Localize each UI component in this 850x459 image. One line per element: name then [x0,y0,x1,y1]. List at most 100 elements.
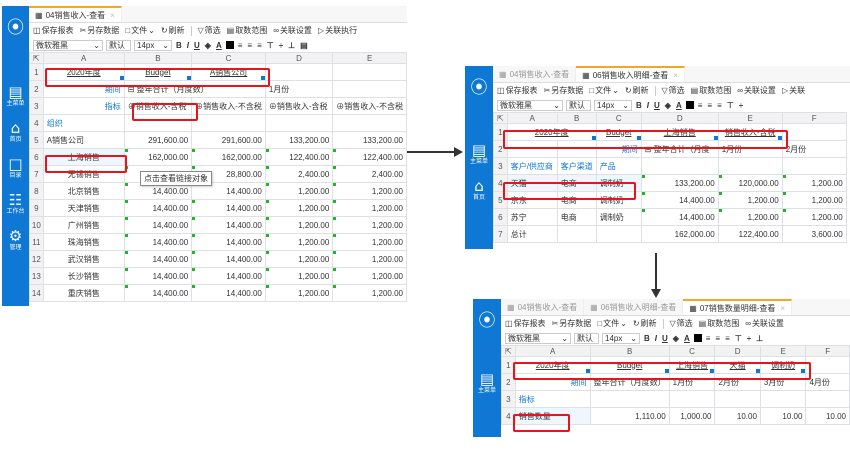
size-select[interactable]: 14px ⌄ [594,99,632,111]
col-header-f[interactable]: F [805,345,850,357]
color-swatch[interactable] [225,41,234,49]
font-color-button[interactable]: A [675,101,683,110]
merge-icon[interactable]: ▤ [299,41,309,50]
tab-06[interactable]: ▦ 06销售收入明细-查看 × [576,66,685,82]
style-select[interactable]: 默认 [566,99,591,111]
underline-button[interactable]: U [653,101,661,110]
range-button[interactable]: ▤ 取数范围 [691,85,732,96]
filter-button[interactable]: ▽ 筛选 [670,318,693,329]
filter-button[interactable]: ▽ 筛选 [662,85,685,96]
align-left-icon[interactable]: ≡ [237,41,244,50]
col-header-b[interactable]: B [589,345,670,357]
col-header-e[interactable]: E [332,52,407,64]
valign-top-icon[interactable]: ⊤ [734,334,743,343]
refresh-button[interactable]: ↻ 刷新 [161,25,185,36]
nav-home[interactable]: ⌂ 首页 [465,178,493,202]
valign-bottom-icon[interactable]: ⊥ [287,41,296,50]
align-left-icon[interactable]: ≡ [705,334,712,343]
refresh-button[interactable]: ↻ 刷新 [633,318,657,329]
align-right-icon[interactable]: ≡ [716,101,723,110]
refresh-button[interactable]: ↻ 刷新 [625,85,649,96]
save-report-button[interactable]: ◫ 保存报表 [33,25,74,36]
color-swatch[interactable] [685,101,694,109]
link-settings-button[interactable]: ∞ 关联设置 [745,318,784,329]
valign-top-icon[interactable]: ⊤ [266,41,275,50]
size-select[interactable]: 14px ⌄ [134,39,172,51]
tab-04[interactable]: ▦ 04销售收入-查看 [493,66,577,82]
col-header-d[interactable]: D [640,112,719,124]
close-icon[interactable]: × [780,304,785,313]
col-header-a[interactable]: A [42,52,125,64]
size-select[interactable]: 14px ⌄ [602,332,640,344]
file-button[interactable]: □ 文件 ⌄ [589,85,619,96]
range-button[interactable]: ▤ 取数范围 [227,25,268,36]
underline-button[interactable]: U [661,334,669,343]
link-run-button[interactable]: ▷ 关联执行 [318,25,357,36]
col-header-e[interactable]: E [717,112,783,124]
bold-button[interactable]: B [643,334,651,343]
tab-07[interactable]: ▦ 07销售数量明细-查看 × [683,299,793,315]
nav-home[interactable]: ⌂ 首页 [2,120,29,144]
col-header-c[interactable]: C [191,52,266,64]
tab-06[interactable]: ▦ 06销售收入明细-查看 [584,299,684,315]
corner-icon[interactable]: ⇱ [501,345,516,357]
italic-button[interactable]: I [186,41,190,50]
file-button[interactable]: □ 文件 ⌄ [125,25,155,36]
close-icon[interactable]: × [110,11,115,20]
col-header-e[interactable]: E [759,345,807,357]
bold-button[interactable]: B [635,101,643,110]
range-button[interactable]: ▤ 取数范围 [699,318,740,329]
valign-middle-icon[interactable]: ÷ [746,334,752,343]
valign-top-icon[interactable]: ⊤ [726,101,735,110]
file-button[interactable]: □ 文件 ⌄ [597,318,627,329]
align-left-icon[interactable]: ≡ [697,101,704,110]
nav-main-menu[interactable]: ▤ 主菜单 [473,371,501,395]
fill-color-button[interactable]: ◈ [204,41,212,50]
italic-button[interactable]: I [654,334,658,343]
font-select[interactable]: 微软雅黑 ⌄ [33,39,103,51]
font-color-button[interactable]: A [683,334,691,343]
col-header-c[interactable]: C [595,112,642,124]
col-header-d[interactable]: D [714,345,761,357]
align-right-icon[interactable]: ≡ [724,334,731,343]
nav-main-menu[interactable]: ▤ 主菜单 [2,84,29,108]
style-select[interactable]: 默认 [574,332,599,344]
col-header-d[interactable]: D [264,52,334,64]
link-settings-button[interactable]: ∞ 关联设置 [273,25,312,36]
valign-middle-icon[interactable]: ÷ [278,41,284,50]
save-report-button[interactable]: ◫ 保存报表 [505,318,546,329]
font-select[interactable]: 微软雅黑 ⌄ [497,99,563,111]
link-run-button[interactable]: ▷ 关联 [782,85,805,96]
fill-color-button[interactable]: ◈ [664,101,672,110]
italic-button[interactable]: I [646,101,650,110]
save-report-button[interactable]: ◫ 保存报表 [497,85,538,96]
save-data-button[interactable]: ✂ 另存数据 [80,25,120,36]
color-swatch[interactable] [693,334,702,342]
save-data-button[interactable]: ✂ 另存数据 [544,85,584,96]
nav-workbench[interactable]: ☷ 工作台 [2,192,29,216]
save-data-button[interactable]: ✂ 另存数据 [552,318,592,329]
col-header-a[interactable]: A [506,112,558,124]
align-center-icon[interactable]: ≡ [706,101,713,110]
nav-manage[interactable]: ⚙ 管理 [2,228,29,252]
close-icon[interactable]: × [673,71,678,80]
align-right-icon[interactable]: ≡ [256,41,263,50]
tab-04[interactable]: ▦ 04销售收入-查看 × [29,6,122,22]
col-header-b[interactable]: B [123,52,193,64]
align-center-icon[interactable]: ≡ [246,41,253,50]
bold-button[interactable]: B [175,41,183,50]
style-select[interactable]: 默认 [106,39,131,51]
nav-main-menu[interactable]: ▤ 主菜单 [465,142,493,166]
font-color-button[interactable]: A [215,41,223,50]
corner-icon[interactable]: ⇱ [493,112,508,124]
col-header-a[interactable]: A [514,345,591,357]
valign-bottom-icon[interactable]: ⊥ [755,334,764,343]
col-header-c[interactable]: C [668,345,716,357]
underline-button[interactable]: U [193,41,201,50]
tab-04[interactable]: ▦ 04销售收入-查看 [501,299,585,315]
corner-icon[interactable]: ⇱ [29,52,44,64]
filter-button[interactable]: ▽ 筛选 [198,25,221,36]
link-settings-button[interactable]: ∞ 关联设置 [737,85,776,96]
font-select[interactable]: 微软雅黑 ⌄ [505,332,571,344]
nav-catalog[interactable]: □ 目录 [2,156,29,180]
